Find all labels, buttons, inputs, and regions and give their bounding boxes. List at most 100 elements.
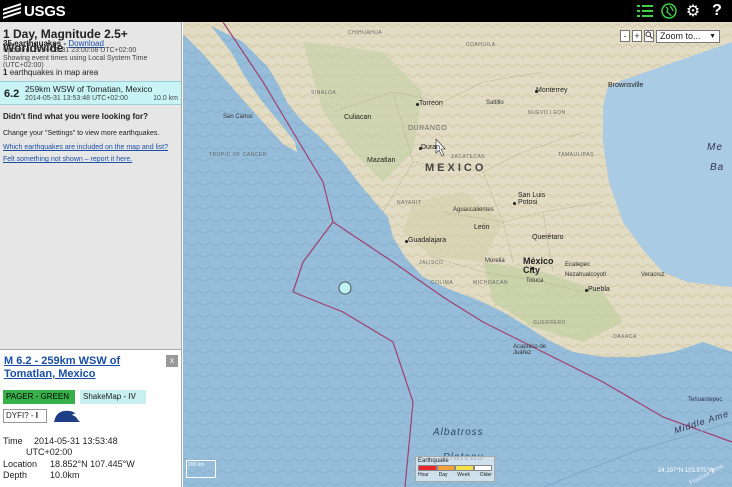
quake-time: 2014-05-31 13:53:48 UTC+02:00 bbox=[25, 95, 128, 102]
legend-title: Earthquake bbox=[418, 458, 449, 464]
legend-item-label: Older bbox=[479, 472, 492, 478]
timezone-note: Showing event times using Local System T… bbox=[3, 55, 148, 69]
label-sinaloa: SINALOA bbox=[311, 90, 337, 96]
depth-label: Depth bbox=[3, 470, 28, 480]
legend-swatch bbox=[418, 465, 437, 471]
map-legend[interactable]: Earthquake Hour Day Week Older bbox=[415, 456, 495, 482]
label-veracruz: Veracruz bbox=[641, 272, 665, 278]
label-mexico-city: México City bbox=[523, 256, 554, 275]
label-san-carlos: San Carlos bbox=[223, 114, 253, 120]
label-nezahualcoyotl: Nezahualcoyotl bbox=[565, 272, 607, 278]
location-label: Location bbox=[3, 459, 38, 469]
coordinate-readout: 24.297°N 103.975°W bbox=[658, 468, 715, 474]
label-saltillo: Saltillo bbox=[486, 100, 504, 106]
logo-text: USGS bbox=[24, 2, 66, 20]
label-durango-city: Duran bbox=[421, 144, 441, 151]
epicenter-marker[interactable] bbox=[338, 281, 352, 295]
depth-value: 10.0km bbox=[50, 470, 80, 480]
updated-time: Updated: 2014-05-31 23:00:08 UTC+02:00 bbox=[3, 47, 137, 54]
zoom-controls: - + Zoom to... ▼ bbox=[620, 30, 726, 44]
label-oaxaca: OAXACA bbox=[613, 334, 637, 340]
earthquake-map[interactable]: Torreon Monterrey Saltillo Brownsville C… bbox=[183, 22, 732, 487]
label-san-luis: San Luis Potosi bbox=[518, 192, 546, 206]
pager-badge[interactable]: PAGER - GREEN bbox=[3, 390, 75, 404]
time-timezone: UTC+02:00 bbox=[26, 447, 73, 457]
zoom-to-select[interactable]: Zoom to... ▼ bbox=[656, 30, 720, 43]
label-guerrero: GUERRERO bbox=[533, 320, 566, 326]
label-acapulco: Acapulco de Juárez bbox=[513, 344, 547, 356]
zoom-out-button[interactable]: - bbox=[620, 30, 630, 42]
label-albatross: Albatross bbox=[433, 427, 484, 438]
city-dot bbox=[405, 240, 408, 243]
legend-item-label: Week bbox=[457, 472, 470, 478]
map-basemap bbox=[183, 22, 732, 487]
city-dot bbox=[419, 147, 422, 150]
globe-icon[interactable] bbox=[660, 2, 678, 20]
shakemap-label: ShakeMap - bbox=[83, 392, 129, 401]
dyfi-label: DYFI? - bbox=[6, 411, 36, 420]
zoom-in-button[interactable]: + bbox=[632, 30, 642, 42]
legend-color-bar bbox=[418, 465, 492, 471]
legend-swatch bbox=[436, 465, 455, 471]
pager-label: PAGER - bbox=[6, 392, 41, 401]
city-dot bbox=[513, 202, 516, 205]
label-queretaro: Querétaro bbox=[532, 234, 564, 241]
pager-level: GREEN bbox=[40, 392, 69, 401]
dyfi-badge[interactable]: DYFI? - I bbox=[3, 409, 47, 423]
label-morelia: Morelia bbox=[485, 258, 505, 264]
label-mexico-country: MEXICO bbox=[425, 162, 487, 174]
didnt-find-heading: Didn't find what you were looking for? bbox=[3, 112, 149, 121]
label-nayarit: NAYARIT bbox=[397, 200, 422, 206]
detail-title-link[interactable]: M 6.2 - 259km WSW of Tomatlan, Mexico bbox=[4, 355, 164, 381]
label-mazatlan: Mazatlan bbox=[367, 157, 396, 164]
label-brownsville: Brownsville bbox=[608, 82, 644, 89]
label-tropic: TROPIC OF CANCER bbox=[209, 152, 267, 158]
city-dot bbox=[535, 90, 538, 93]
label-jalisco: JALISCO bbox=[419, 260, 444, 266]
help-icon[interactable]: ? bbox=[708, 2, 726, 20]
shakemap-badge[interactable]: ShakeMap - IV bbox=[80, 390, 146, 404]
list-icon[interactable] bbox=[636, 2, 654, 20]
felt-report-link[interactable]: Felt something not shown – report it her… bbox=[3, 156, 132, 163]
time-label: Time bbox=[3, 436, 23, 446]
label-culiacan: Culiacan bbox=[344, 114, 372, 121]
earthquake-detail-panel: M 6.2 - 259km WSW of Tomatlan, Mexico x … bbox=[0, 349, 182, 487]
usgs-logo[interactable]: USGS bbox=[3, 1, 66, 21]
label-chihuahua: CHIHUAHUA bbox=[348, 30, 383, 36]
chevron-down-icon: ▼ bbox=[709, 33, 716, 40]
earthquake-list-item[interactable]: 6.2 259km WSW of Tomatian, Mexico 2014-0… bbox=[0, 81, 181, 105]
label-toluca: Toluca bbox=[526, 278, 544, 284]
city-dot bbox=[585, 289, 588, 292]
tsunami-icon[interactable] bbox=[52, 408, 82, 424]
legend-item-label: Hour bbox=[418, 472, 429, 478]
quake-depth: 10.0 km bbox=[153, 95, 178, 102]
gear-icon[interactable]: ⚙ bbox=[684, 2, 702, 20]
label-durango-state: DURANGO bbox=[408, 125, 448, 132]
label-nuevo-leon: NUEVO LEON bbox=[528, 110, 566, 116]
city-dot bbox=[416, 103, 419, 106]
time-value: 2014-05-31 13:53:48 bbox=[34, 436, 118, 446]
label-monterrey: Monterrey bbox=[536, 87, 568, 94]
label-gulf-2: Ba bbox=[710, 162, 725, 173]
in-area-count: 1 earthquakes in map area bbox=[3, 68, 98, 77]
label-zacatecas: ZACATECAS bbox=[451, 154, 486, 160]
app-header: USGS ⚙ ? bbox=[0, 0, 732, 22]
label-guadalajara: Guadalajara bbox=[408, 237, 447, 244]
legend-item-label: Day bbox=[438, 472, 448, 478]
included-earthquakes-link[interactable]: Which earthquakes are included on the ma… bbox=[3, 144, 168, 151]
label-torreon: Torreon bbox=[419, 100, 443, 107]
change-settings-text: Change your "Settings" to view more eart… bbox=[3, 130, 160, 137]
map-scale-bar: 200 km bbox=[186, 460, 216, 478]
magnifier-icon[interactable] bbox=[644, 30, 654, 42]
location-value: 18.852°N 107.445°W bbox=[50, 459, 135, 469]
label-puebla: Puebla bbox=[588, 286, 610, 293]
quake-place: 259km WSW of Tomatian, Mexico bbox=[25, 84, 153, 94]
label-colima: COLIMA bbox=[431, 280, 454, 286]
label-leon: León bbox=[474, 224, 490, 231]
shakemap-level: IV bbox=[128, 392, 136, 401]
label-aguascalientes: Aguascalientes bbox=[453, 207, 494, 213]
city-dot bbox=[531, 267, 534, 270]
close-button[interactable]: x bbox=[166, 355, 178, 367]
legend-swatch bbox=[455, 465, 474, 471]
scale-label: 200 km bbox=[188, 462, 205, 468]
